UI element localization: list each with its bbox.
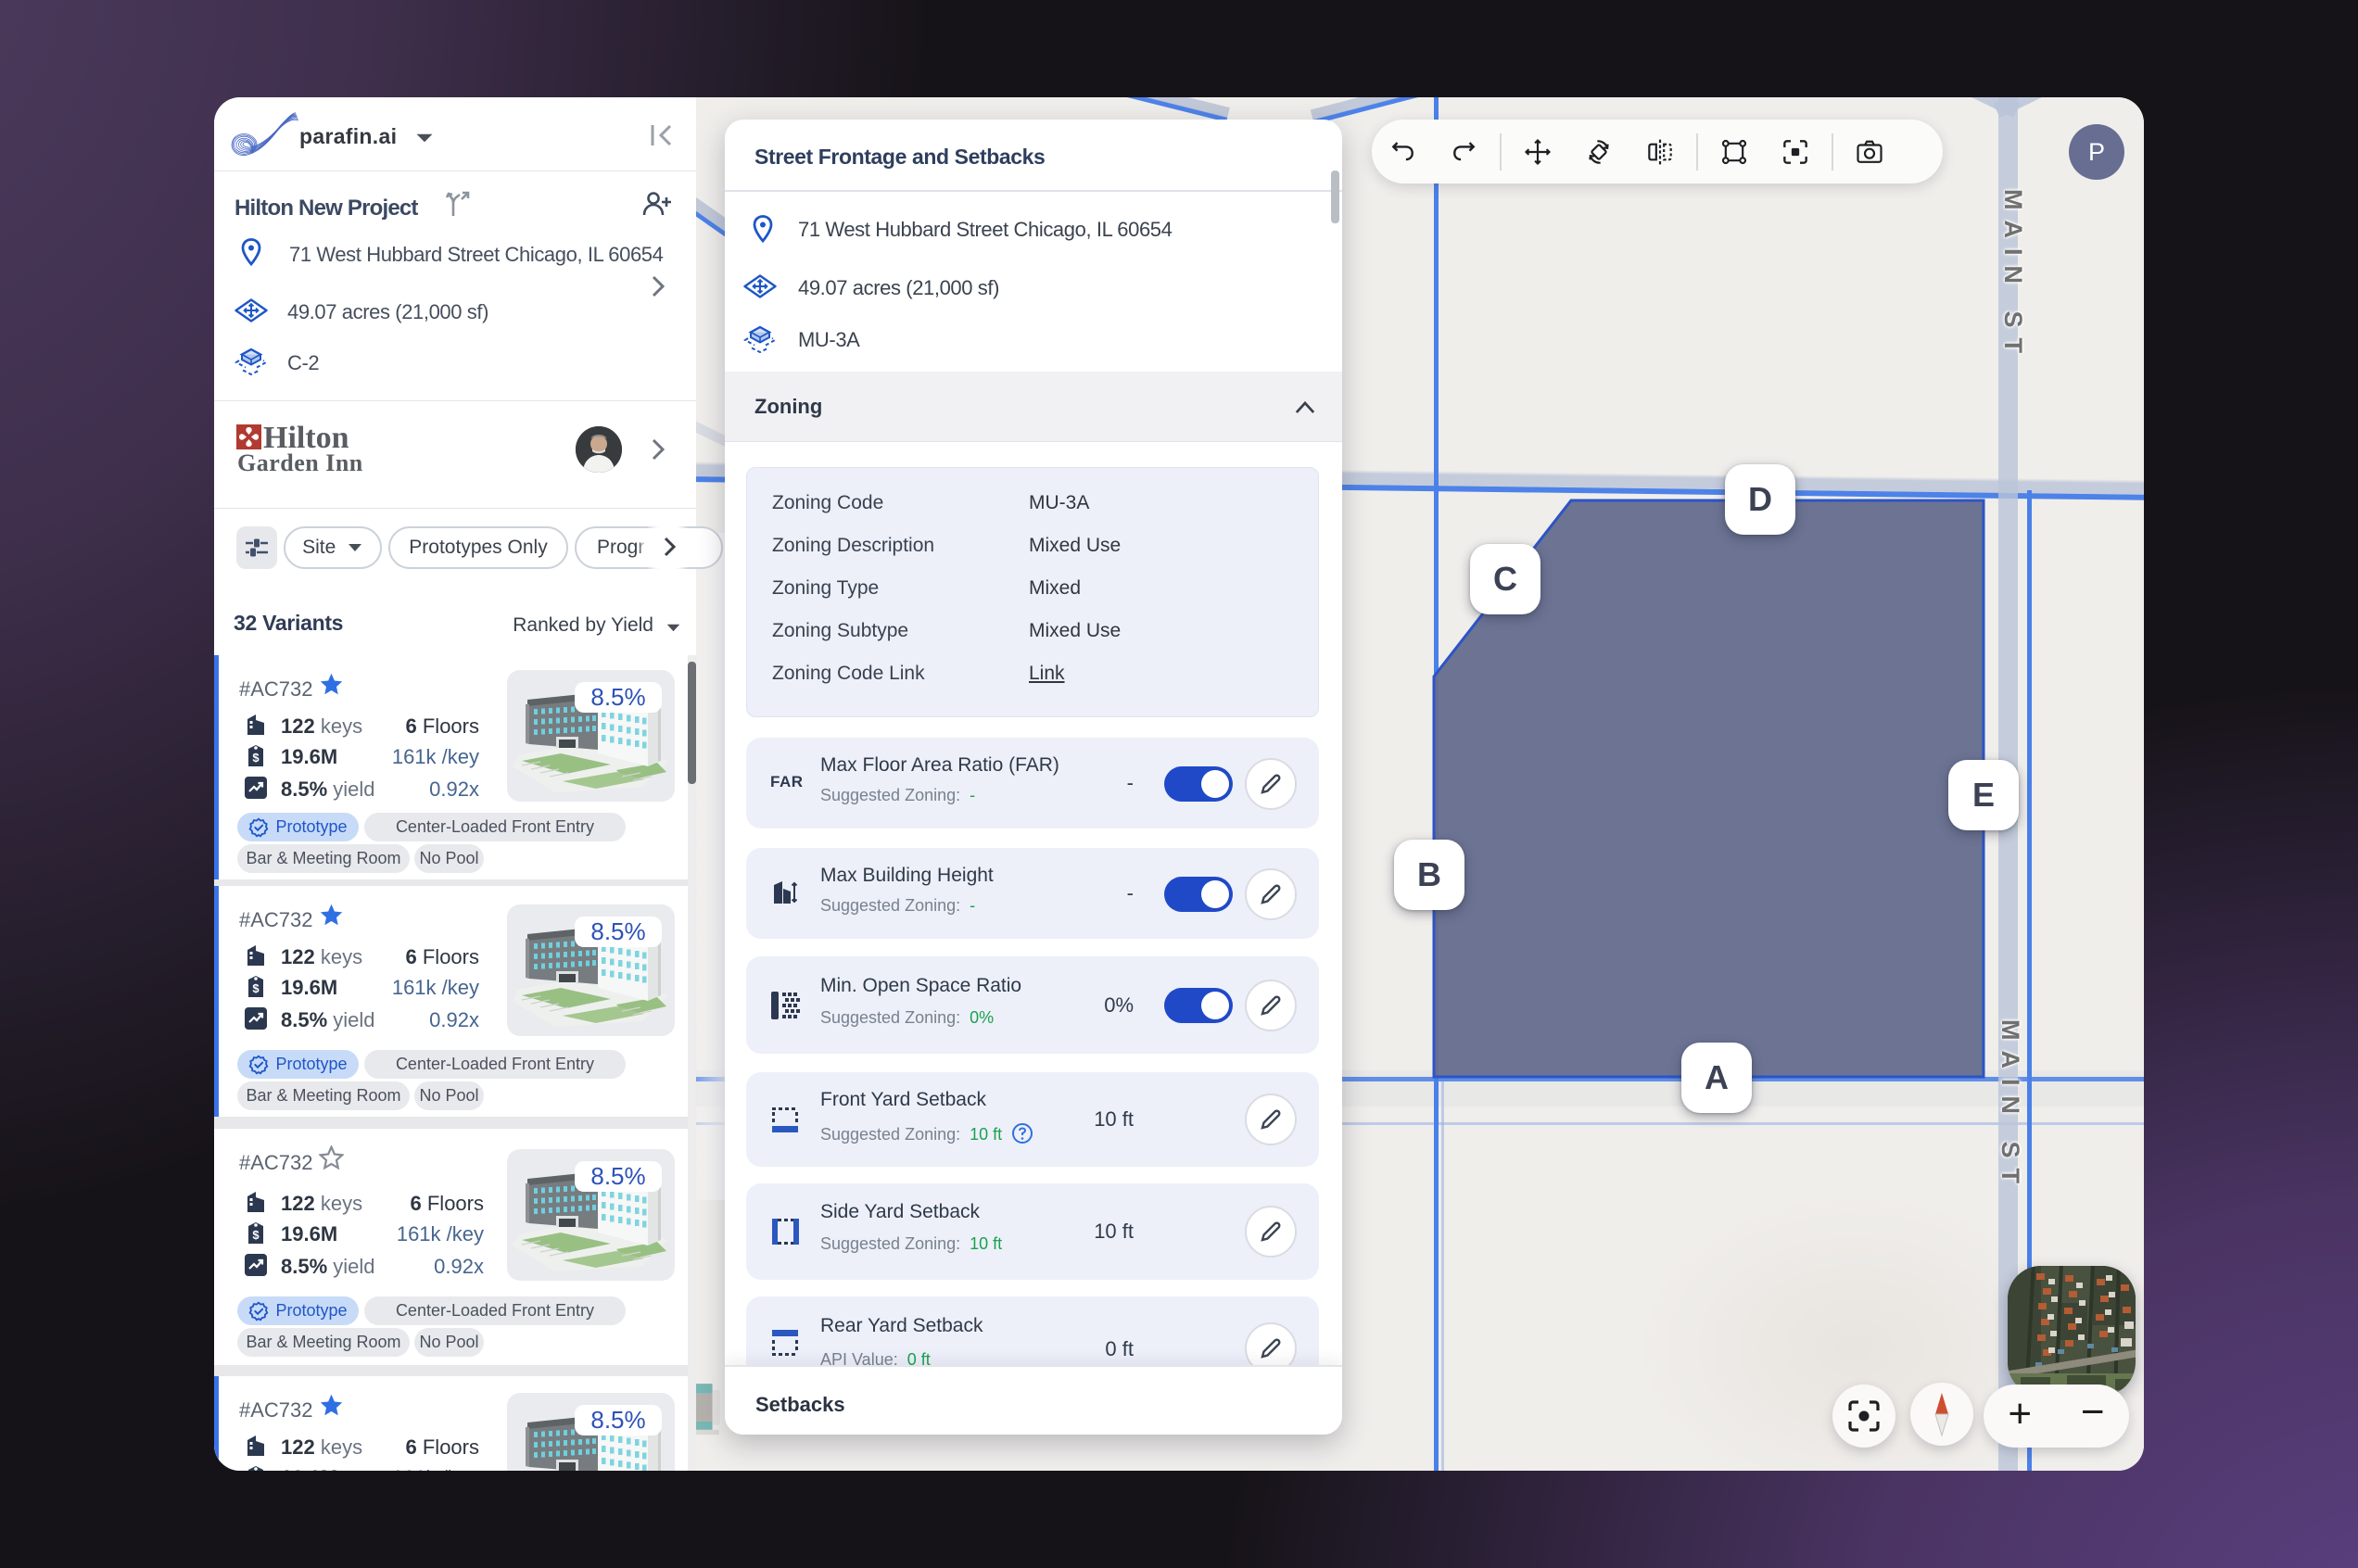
svg-text:$: $ bbox=[252, 1228, 260, 1242]
svg-text:$: $ bbox=[252, 981, 260, 995]
svg-text:$: $ bbox=[252, 751, 260, 765]
